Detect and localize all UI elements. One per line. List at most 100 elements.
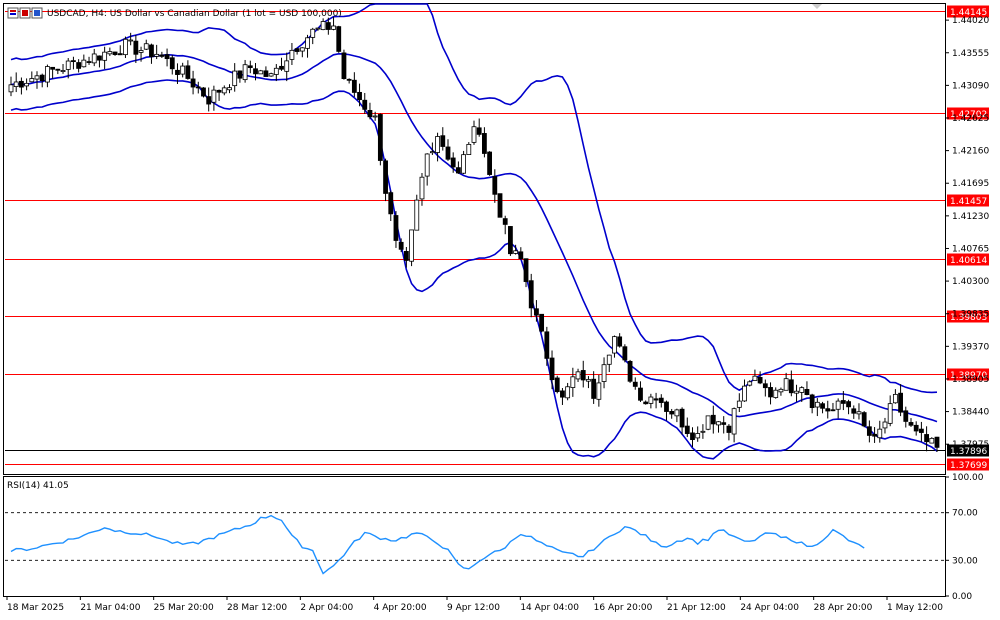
candle-body [830,409,836,412]
candle-body [450,157,456,168]
candle-body [508,226,513,255]
candle-body [185,65,191,79]
candle-body [846,401,851,408]
price-axis-label: 1.40300 [952,277,989,287]
candle-body [549,357,555,381]
candle-body [112,51,118,55]
candle-body [190,78,196,88]
price-axis-label: 1.38440 [952,408,989,418]
candle-body [76,62,82,69]
candle-body [29,78,35,83]
candle-body [455,167,461,174]
price-axis-label: 1.42625 [952,114,989,124]
candle-body [554,377,560,393]
candle-body [414,199,420,231]
candle-body [435,136,440,153]
candle-body [310,28,316,38]
candle-body [221,87,227,94]
candle-body [695,433,701,439]
candle-body [409,229,414,262]
candle-body [445,146,451,160]
time-axis-label: 2 Apr 04:00 [300,603,353,613]
candle-body [102,51,108,61]
price-axis-label: 1.40765 [952,244,989,254]
rsi-pane[interactable] [3,476,946,597]
candle-body [679,408,685,428]
rsi-axis-label: 0.00 [952,592,972,602]
candle-body [539,313,545,332]
candle-body [710,414,716,425]
candle-body [596,382,602,400]
candle-body [513,250,519,254]
candle-body [913,424,919,432]
candle-body [253,68,258,75]
candle-body [216,89,222,93]
chart-toolbar-icon[interactable] [7,7,43,19]
candle-body [586,379,591,382]
candle-body [814,401,820,408]
candle-body [617,336,623,347]
time-axis-label: 18 Mar 2025 [7,603,64,613]
candle-body [143,43,149,50]
candle-body [575,371,581,380]
candle-body [757,377,763,384]
candle-body [19,80,24,88]
candle-body [482,133,487,154]
candle-body [372,115,378,118]
candle-body [487,151,493,175]
candle-body [403,251,409,261]
candle-body [523,258,529,282]
candle-body [362,99,368,110]
candle-body [840,400,846,404]
candle-body [341,52,347,80]
candle-body [71,60,76,63]
price-axis-label: 1.39370 [952,342,989,352]
candle-body [627,360,633,382]
candle-body [768,387,773,398]
candle-body [60,70,66,72]
candle-body [560,390,565,398]
candle-body [258,70,264,75]
time-axis-label: 4 Apr 20:00 [374,603,427,613]
candle-body [279,65,284,70]
candle-body [440,135,446,147]
candle-body [81,59,87,68]
candle-body [778,388,784,393]
level-price-label: 1.40614 [950,256,987,266]
price-pane[interactable] [3,3,946,475]
candle-body [461,154,466,174]
candle-body [388,192,394,215]
price-axis-label: 1.42160 [952,147,989,157]
candle-body [528,280,534,309]
candle-body [320,21,326,31]
candle-body [835,400,841,410]
candle-body [331,25,336,30]
candle-body [206,96,212,105]
candle-body [133,40,139,55]
candle-body [632,381,638,387]
candle-body [903,410,909,422]
candle-body [91,53,97,64]
candle-body [97,55,102,61]
candle-body [804,389,810,395]
candle-body [726,425,732,433]
time-axis-label: 21 Apr 12:00 [667,603,726,613]
candle-body [747,381,753,386]
candle-body [861,412,867,427]
candle-body [398,241,404,250]
rsi-axis-label: 70.00 [952,509,978,519]
candle-body [606,354,612,365]
candle-body [783,378,789,391]
trading-chart[interactable]: 1.441451.427021.414571.406141.398031.389… [0,0,1000,620]
candle-body [377,114,383,161]
candle-body [591,378,597,399]
candle-body [929,437,935,444]
candle-body [180,65,186,75]
candle-body [492,176,498,195]
candle-body [690,432,695,441]
candle-body [273,67,279,75]
price-axis-label: 1.37975 [952,440,989,450]
price-axis-label: 1.43090 [952,81,989,91]
candle-body [502,218,508,225]
candle-body [736,400,742,408]
